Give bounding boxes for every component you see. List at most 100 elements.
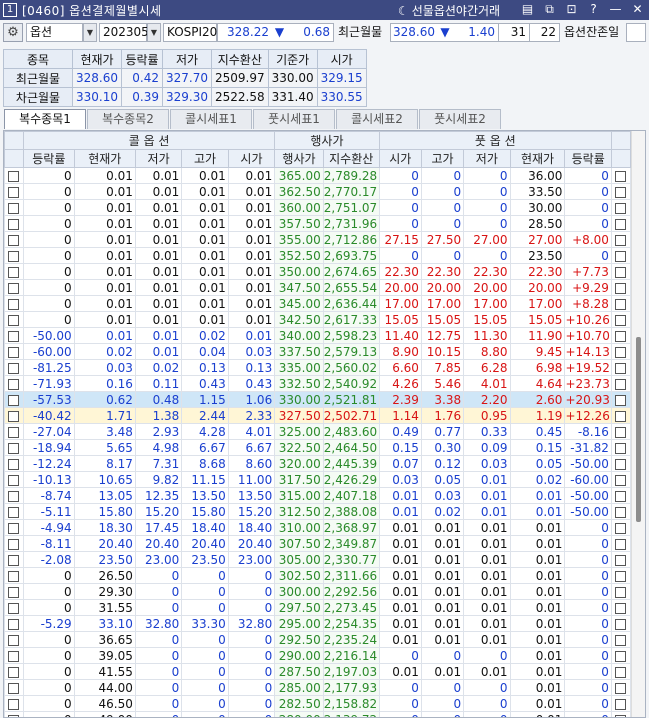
checkbox[interactable]: [8, 234, 20, 246]
checkbox[interactable]: [615, 586, 627, 598]
row-checkbox[interactable]: [610, 327, 632, 344]
checkbox[interactable]: [615, 650, 627, 662]
row-checkbox[interactable]: [610, 263, 632, 280]
checkbox[interactable]: [8, 378, 20, 390]
checkbox[interactable]: [615, 442, 627, 454]
row-checkbox[interactable]: [4, 391, 24, 408]
night-trading-link[interactable]: ☾ 선물옵션야간거래: [398, 2, 500, 19]
chevron-down-icon[interactable]: ▼: [83, 23, 97, 42]
row-checkbox[interactable]: [4, 663, 24, 680]
checkbox[interactable]: [615, 346, 627, 358]
checkbox[interactable]: [8, 554, 20, 566]
row-checkbox[interactable]: [610, 199, 632, 216]
row-checkbox[interactable]: [4, 503, 24, 520]
checkbox[interactable]: [615, 362, 627, 374]
row-checkbox[interactable]: [4, 583, 24, 600]
checkbox[interactable]: [615, 474, 627, 486]
row-checkbox[interactable]: [610, 631, 632, 648]
row-checkbox[interactable]: [4, 375, 24, 392]
row-checkbox[interactable]: [4, 599, 24, 616]
row-checkbox[interactable]: [610, 679, 632, 696]
checkbox[interactable]: [8, 218, 20, 230]
row-checkbox[interactable]: [610, 471, 632, 488]
row-checkbox[interactable]: [610, 647, 632, 664]
row-checkbox[interactable]: [4, 423, 24, 440]
row-checkbox[interactable]: [610, 583, 632, 600]
pin-icon[interactable]: ⊡: [564, 2, 579, 17]
row-checkbox[interactable]: [4, 535, 24, 552]
checkbox[interactable]: [8, 714, 20, 717]
row-checkbox[interactable]: [4, 215, 24, 232]
checkbox[interactable]: [615, 522, 627, 534]
row-checkbox[interactable]: [4, 231, 24, 248]
checkbox[interactable]: [8, 170, 20, 182]
gear-icon[interactable]: ⚙: [3, 23, 23, 42]
row-checkbox[interactable]: [610, 247, 632, 264]
checkbox[interactable]: [8, 442, 20, 454]
checkbox[interactable]: [8, 538, 20, 550]
row-checkbox[interactable]: [4, 199, 24, 216]
row-checkbox[interactable]: [4, 407, 24, 424]
copy-window-icon[interactable]: ⧉: [542, 2, 557, 17]
checkbox[interactable]: [615, 378, 627, 390]
row-checkbox[interactable]: [610, 519, 632, 536]
row-checkbox[interactable]: [610, 535, 632, 552]
checkbox[interactable]: [8, 282, 20, 294]
checkbox[interactable]: [8, 266, 20, 278]
checkbox[interactable]: [8, 362, 20, 374]
checkbox[interactable]: [8, 458, 20, 470]
checkbox[interactable]: [8, 346, 20, 358]
row-checkbox[interactable]: [4, 327, 24, 344]
row-checkbox[interactable]: [4, 519, 24, 536]
row-checkbox[interactable]: [4, 551, 24, 568]
checkbox[interactable]: [615, 602, 627, 614]
row-checkbox[interactable]: [610, 183, 632, 200]
checkbox[interactable]: [615, 186, 627, 198]
checkbox[interactable]: [615, 714, 627, 717]
row-checkbox[interactable]: [4, 471, 24, 488]
month-select[interactable]: 202305: [99, 23, 149, 42]
checkbox[interactable]: [8, 250, 20, 262]
row-checkbox[interactable]: [4, 679, 24, 696]
row-checkbox[interactable]: [610, 215, 632, 232]
checkbox[interactable]: [615, 314, 627, 326]
close-icon[interactable]: ✕: [630, 2, 645, 17]
checkbox[interactable]: [615, 666, 627, 678]
row-checkbox[interactable]: [4, 567, 24, 584]
checkbox[interactable]: [615, 410, 627, 422]
checkbox[interactable]: [615, 506, 627, 518]
row-checkbox[interactable]: [4, 183, 24, 200]
row-checkbox[interactable]: [610, 343, 632, 360]
checkbox[interactable]: [615, 394, 627, 406]
checkbox[interactable]: [615, 234, 627, 246]
checkbox[interactable]: [8, 522, 20, 534]
row-checkbox[interactable]: [610, 663, 632, 680]
row-checkbox[interactable]: [610, 455, 632, 472]
checkbox[interactable]: [615, 698, 627, 710]
row-checkbox[interactable]: [4, 695, 24, 712]
checkbox[interactable]: [615, 426, 627, 438]
row-checkbox[interactable]: [4, 247, 24, 264]
row-checkbox[interactable]: [4, 439, 24, 456]
row-checkbox[interactable]: [610, 711, 632, 717]
checkbox[interactable]: [615, 634, 627, 646]
row-checkbox[interactable]: [610, 599, 632, 616]
checkbox[interactable]: [8, 474, 20, 486]
row-checkbox[interactable]: [610, 391, 632, 408]
row-checkbox[interactable]: [610, 551, 632, 568]
row-checkbox[interactable]: [610, 439, 632, 456]
help-icon[interactable]: ?: [586, 2, 601, 17]
tab-put-2[interactable]: 풋시세표2: [419, 109, 501, 129]
checkbox[interactable]: [8, 410, 20, 422]
checkbox[interactable]: [615, 538, 627, 550]
checkbox[interactable]: [8, 666, 20, 678]
row-checkbox[interactable]: [4, 487, 24, 504]
row-checkbox[interactable]: [4, 615, 24, 632]
tab-call-1[interactable]: 콜시세표1: [170, 109, 252, 129]
row-checkbox[interactable]: [610, 359, 632, 376]
row-checkbox[interactable]: [4, 359, 24, 376]
tab-call-2[interactable]: 콜시세표2: [336, 109, 418, 129]
checkbox[interactable]: [8, 650, 20, 662]
checkbox[interactable]: [8, 314, 20, 326]
checkbox[interactable]: [8, 490, 20, 502]
